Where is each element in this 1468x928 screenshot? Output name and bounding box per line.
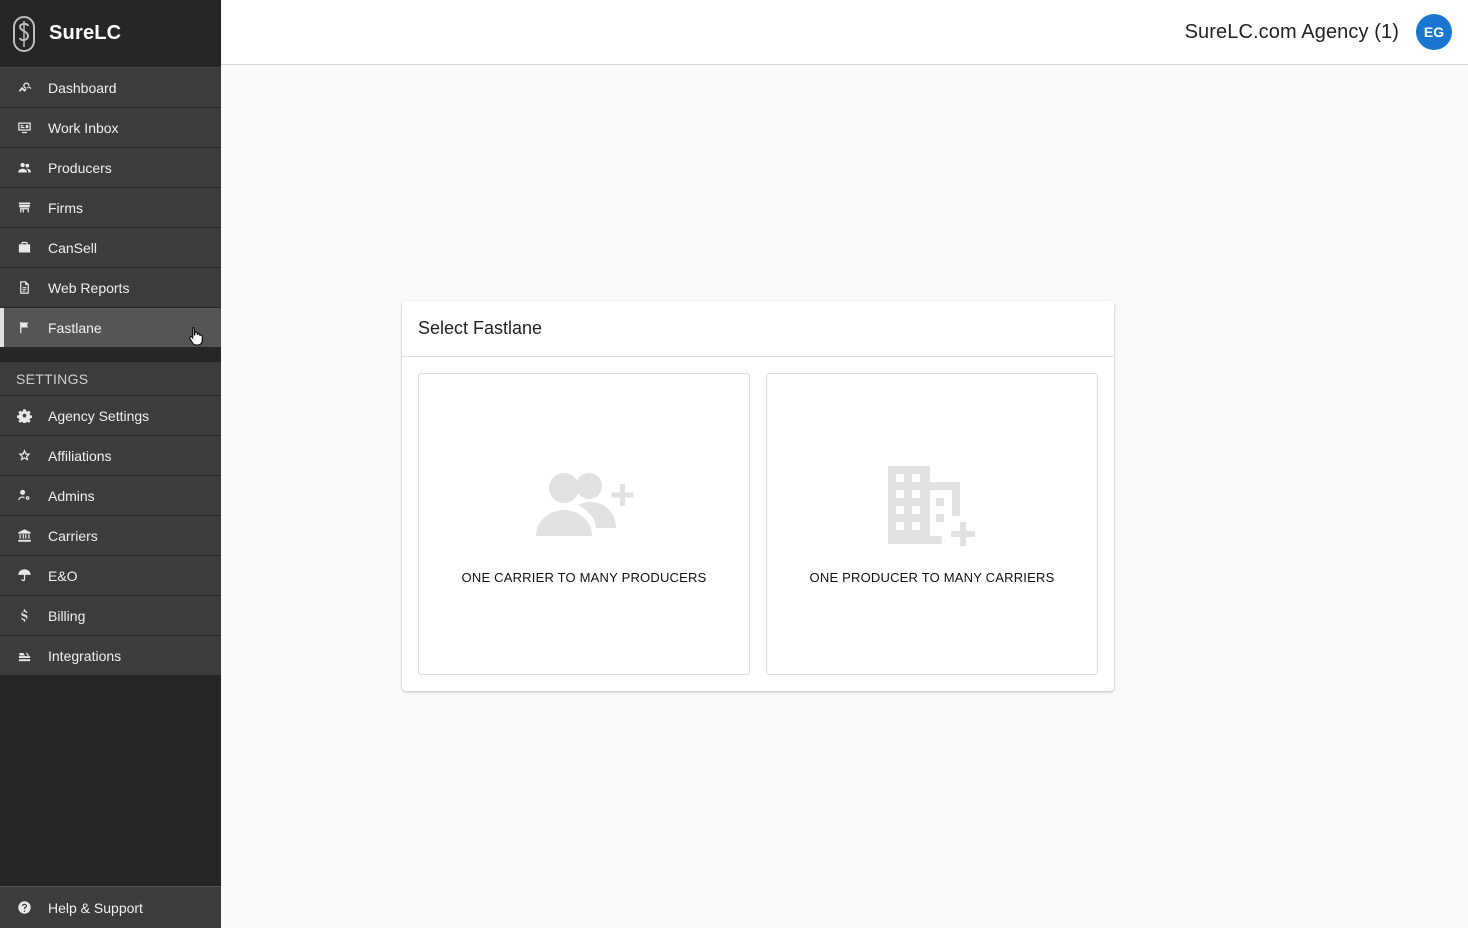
sidebar-item-label: Help & Support <box>48 899 143 916</box>
sidebar-item-firms[interactable]: Firms <box>0 188 221 228</box>
sidebar-item-affiliations[interactable]: Affiliations <box>0 436 221 476</box>
sidebar-item-dashboard[interactable]: Dashboard <box>0 68 221 108</box>
sidebar-item-billing[interactable]: Billing <box>0 596 221 636</box>
producers-icon <box>16 160 32 176</box>
firms-icon <box>16 200 32 216</box>
agency-name[interactable]: SureLC.com Agency (1) <box>1185 21 1399 44</box>
sidebar-item-cansell[interactable]: CanSell <box>0 228 221 268</box>
fastlane-options: ONE CARRIER TO MANY PRODUCERS ONE PRODUC… <box>418 373 1098 675</box>
sidebar-item-label: Carriers <box>48 527 98 544</box>
sidebar-item-label: Fastlane <box>48 319 102 336</box>
option-label: ONE PRODUCER TO MANY CARRIERS <box>809 570 1055 585</box>
sidebar: SureLC Dashboard Work Inbox Producers Fi… <box>0 0 221 928</box>
help-icon <box>16 900 32 916</box>
sidebar-item-integrations[interactable]: Integrations <box>0 636 221 676</box>
option-one-producer-many-carriers[interactable]: ONE PRODUCER TO MANY CARRIERS <box>766 373 1098 675</box>
surelc-logo-icon <box>13 15 35 52</box>
sidebar-item-label: Billing <box>48 607 86 624</box>
dashboard-icon <box>16 80 32 96</box>
web-reports-icon <box>16 280 32 296</box>
umbrella-icon <box>16 568 32 584</box>
dollar-icon <box>16 608 32 624</box>
domain-add-icon <box>886 460 978 550</box>
sidebar-item-label: CanSell <box>48 239 98 256</box>
bank-icon <box>16 528 32 544</box>
admin-icon <box>16 488 32 504</box>
sidebar-item-label: Admins <box>48 487 95 504</box>
sidebar-item-label: Firms <box>48 199 83 216</box>
sidebar-item-web-reports[interactable]: Web Reports <box>0 268 221 308</box>
select-fastlane-card: Select Fastlane ONE CARRIER TO MANY PROD… <box>402 301 1114 691</box>
star-icon <box>16 448 32 464</box>
sidebar-item-label: Affiliations <box>48 447 112 464</box>
settings-section-header: SETTINGS <box>0 362 221 396</box>
flag-icon <box>16 320 32 336</box>
sidebar-item-admins[interactable]: Admins <box>0 476 221 516</box>
sidebar-item-label: Work Inbox <box>48 119 119 136</box>
work-inbox-icon <box>16 120 32 136</box>
card-title: Select Fastlane <box>402 301 1114 357</box>
sidebar-item-label: Agency Settings <box>48 407 150 424</box>
sidebar-item-label: Dashboard <box>48 79 117 96</box>
sidebar-item-label: Web Reports <box>48 279 130 296</box>
option-label: ONE CARRIER TO MANY PRODUCERS <box>461 570 707 585</box>
sidebar-item-label: Producers <box>48 159 112 176</box>
top-bar: SureLC.com Agency (1) EG <box>221 0 1468 65</box>
sidebar-item-eo[interactable]: E&O <box>0 556 221 596</box>
sidebar-item-work-inbox[interactable]: Work Inbox <box>0 108 221 148</box>
nav-divider <box>0 348 221 362</box>
integrations-icon <box>16 648 32 664</box>
brand[interactable]: SureLC <box>0 0 221 68</box>
sidebar-item-agency-settings[interactable]: Agency Settings <box>0 396 221 436</box>
main-nav: Dashboard Work Inbox Producers Firms Can… <box>0 68 221 348</box>
sidebar-item-label: E&O <box>48 567 78 584</box>
avatar[interactable]: EG <box>1416 14 1452 50</box>
sidebar-item-carriers[interactable]: Carriers <box>0 516 221 556</box>
sidebar-item-label: Integrations <box>48 647 122 664</box>
sidebar-item-producers[interactable]: Producers <box>0 148 221 188</box>
option-one-carrier-many-producers[interactable]: ONE CARRIER TO MANY PRODUCERS <box>418 373 750 675</box>
group-add-icon <box>534 460 634 550</box>
settings-nav: Agency Settings Affiliations Admins Carr… <box>0 396 221 676</box>
hand-cursor-icon <box>189 327 203 346</box>
brand-name: SureLC <box>49 22 122 44</box>
gear-icon <box>16 408 32 424</box>
cansell-icon <box>16 240 32 256</box>
sidebar-item-help-support[interactable]: Help & Support <box>0 886 221 928</box>
